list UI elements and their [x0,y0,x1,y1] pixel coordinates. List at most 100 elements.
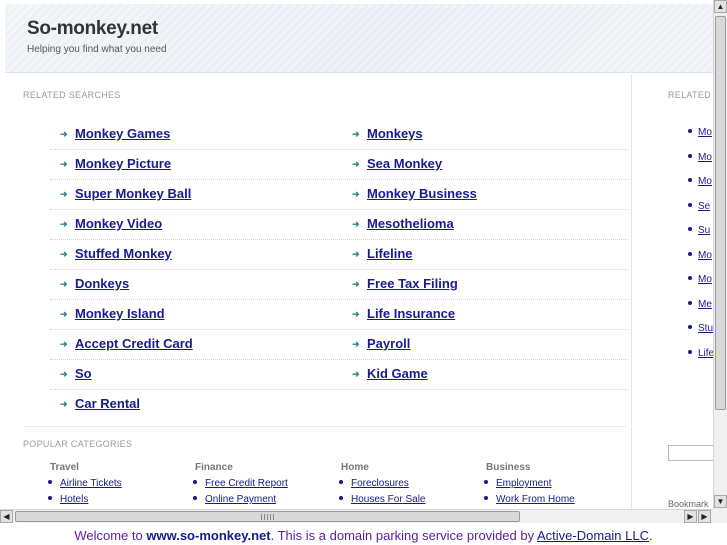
footer-suffix: . [649,528,653,543]
category-link[interactable]: Houses For Sale [351,494,425,505]
arrow-right-icon: ➜ [60,159,68,169]
right-related-item: Mo [688,250,713,261]
scroll-right-icon[interactable]: ▶ [684,510,697,523]
right-related-item: Life [688,348,713,359]
arrow-right-icon: ➜ [352,189,360,199]
site-tagline: Helping you find what you need [27,44,167,55]
related-search-item: ➜ Monkey Video [60,216,162,231]
right-related-link[interactable]: Mo [698,152,712,163]
arrow-right-icon: ➜ [352,369,360,379]
related-search-link[interactable]: Monkey Island [75,306,165,321]
right-related-link[interactable]: Su [698,225,710,236]
category-link[interactable]: Foreclosures [351,478,409,489]
related-search-row: ➜ Car Rental [50,390,628,419]
related-search-row: ➜ Monkey Island ➜ Life Insurance [50,300,628,330]
scroll-up-icon[interactable]: ▲ [714,0,727,13]
footer-provider-link[interactable]: Active-Domain LLC [537,528,649,543]
right-related-item: Me [688,299,713,310]
arrow-right-icon: ➜ [60,189,68,199]
vertical-scrollbar[interactable]: ▲ ▼ [713,0,727,509]
category-link[interactable]: Airline Tickets [60,478,122,489]
related-search-link[interactable]: Monkey Video [75,216,162,231]
related-search-item: ➜ Monkey Island [60,306,165,321]
related-search-link[interactable]: Accept Credit Card [75,336,193,351]
bullet-icon [484,480,488,484]
right-related-item: Su [688,225,713,236]
right-related-link[interactable]: Se [698,201,710,212]
scroll-right-alt-icon[interactable]: ▶ [698,510,711,523]
related-search-link[interactable]: Monkey Games [75,126,170,141]
bullet-icon [688,325,692,329]
category-link[interactable]: Employment [496,478,552,489]
related-search-link[interactable]: Donkeys [75,276,129,291]
related-search-item: ➜ Mesothelioma [352,216,454,231]
related-search-link[interactable]: Monkey Picture [75,156,171,171]
right-related-link[interactable]: Life [698,348,713,359]
related-search-item: ➜ Lifeline [352,246,413,261]
scroll-left-icon[interactable]: ◀ [0,510,13,523]
scroll-down-icon[interactable]: ▼ [714,495,727,508]
bullet-icon [193,480,197,484]
related-search-link[interactable]: Sea Monkey [367,156,442,171]
vertical-scroll-thumb[interactable] [715,16,726,410]
site-header: So-monkey.net Helping you find what you … [5,4,713,73]
category-column: Business Employment Work From Home [484,462,626,509]
related-search-link[interactable]: Free Tax Filing [367,276,458,291]
bullet-icon [339,496,343,500]
horizontal-scrollbar[interactable]: ◀ ▶ ▶ [0,509,713,523]
bullet-icon [688,300,692,305]
related-search-item: ➜ Monkey Business [352,186,477,201]
related-searches-title: RELATED SEARCHES [23,90,121,100]
arrow-right-icon: ➜ [60,309,68,319]
category-item: Hotels [48,494,190,509]
category-link[interactable]: Free Credit Report [205,478,288,489]
related-search-row: ➜ Stuffed Monkey ➜ Lifeline [50,240,628,270]
arrow-right-icon: ➜ [60,219,68,229]
horizontal-scroll-thumb[interactable] [15,511,520,522]
related-search-link[interactable]: Mesothelioma [367,216,454,231]
related-search-link[interactable]: Kid Game [367,366,428,381]
related-search-item: ➜ Payroll [352,336,410,351]
right-related-link[interactable]: Mo [698,176,712,187]
category-link[interactable]: Hotels [60,494,88,505]
category-column: Travel Airline Tickets Hotels [48,462,190,509]
related-search-item: ➜ Accept Credit Card [60,336,193,351]
related-search-item: ➜ Donkeys [60,276,129,291]
category-link[interactable]: Work From Home [496,494,575,505]
right-related-link[interactable]: Mo [698,127,712,138]
related-search-link[interactable]: Life Insurance [367,306,455,321]
browser-viewport: So-monkey.net Helping you find what you … [0,0,713,509]
arrow-right-icon: ➜ [60,249,68,259]
arrow-right-icon: ➜ [352,159,360,169]
right-related-link[interactable]: Mo [698,250,712,261]
category-link[interactable]: Online Payment [205,494,276,505]
arrow-right-icon: ➜ [352,339,360,349]
related-search-link[interactable]: Payroll [367,336,410,351]
related-searches-list: ➜ Monkey Games ➜ Monkeys ➜ Monkey Picture ➜ Sea… [50,120,628,419]
right-search-input[interactable] [668,445,713,461]
bullet-icon [688,349,692,354]
right-related-link[interactable]: Mo [698,274,712,285]
category-item: Houses For Sale [339,494,481,509]
popular-categories-title: POPULAR CATEGORIES [23,439,133,449]
related-search-link[interactable]: Monkeys [367,126,423,141]
bullet-icon [688,227,692,231]
right-related-link[interactable]: Me [698,299,712,310]
category-item: Online Payment [193,494,335,509]
category-heading: Finance [195,462,233,473]
related-search-row: ➜ Donkeys ➜ Free Tax Filing [50,270,628,300]
category-column: Home Foreclosures Houses For Sale [339,462,481,509]
related-search-link[interactable]: Lifeline [367,246,413,261]
related-search-item: ➜ Monkeys [352,126,423,141]
related-search-link[interactable]: Car Rental [75,396,140,411]
related-search-item: ➜ So [60,366,92,381]
related-search-item: ➜ Car Rental [60,396,140,411]
right-related-link[interactable]: Stu [698,323,713,334]
related-search-link[interactable]: Monkey Business [367,186,477,201]
related-search-link[interactable]: Stuffed Monkey [75,246,172,261]
related-search-row: ➜ Monkey Video ➜ Mesothelioma [50,210,628,240]
related-search-link[interactable]: So [75,366,92,381]
related-search-link[interactable]: Super Monkey Ball [75,186,191,201]
bookmark-link[interactable]: Bookmark [668,499,709,509]
bullet-icon [48,496,52,500]
